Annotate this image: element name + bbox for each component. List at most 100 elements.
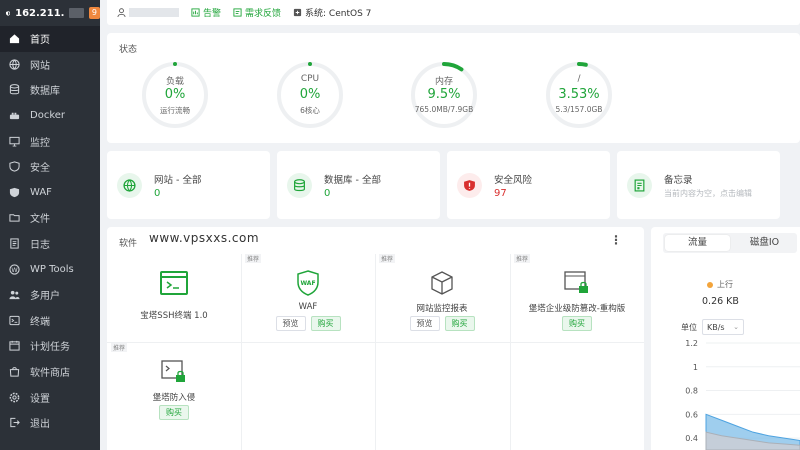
upload-label: 上行 xyxy=(717,280,733,289)
software-name: WAF xyxy=(298,302,318,312)
server-ip: 162.211. xyxy=(15,7,65,19)
users-icon xyxy=(9,289,20,300)
status-title: 状态 xyxy=(119,45,138,55)
tab-traffic[interactable]: 流量 xyxy=(665,235,730,251)
logout-icon xyxy=(9,417,20,428)
unit-row: 单位 KB/s ⌄ xyxy=(681,319,744,335)
software-item[interactable]: 推荐 堡塔防入侵 购买 xyxy=(107,343,241,431)
sidebar-item-label: 文件 xyxy=(30,214,50,226)
traffic-tabs: 流量 磁盘IO xyxy=(663,233,797,253)
buy-button[interactable]: 购买 xyxy=(310,316,341,331)
stat-card[interactable]: 网站 - 全部 0 xyxy=(107,151,270,219)
calendar-icon xyxy=(9,340,20,352)
system-info: 系统: CentOS 7 xyxy=(293,6,371,19)
gauge-sub: 5.3/157.0GB xyxy=(555,105,603,114)
gear-icon xyxy=(9,392,20,403)
watermark: www.vpsxxs.com xyxy=(149,231,260,245)
sidebar-item[interactable]: WAF xyxy=(0,180,100,206)
software-card: 软件 www.vpsxxs.com ⋮ 宝塔SSH终端 1.0 推荐 WAF WAF 预… xyxy=(107,227,644,450)
sidebar-item[interactable]: 退出 xyxy=(0,410,100,436)
username-mask xyxy=(129,8,179,17)
sidebar-item-label: 日志 xyxy=(30,240,50,252)
unit-value: KB/s xyxy=(707,322,725,332)
software-actions: 购买 xyxy=(510,316,644,331)
user-icon xyxy=(117,8,126,17)
software-item[interactable]: 宝塔SSH终端 1.0 xyxy=(107,254,241,342)
logo-icon xyxy=(6,10,11,16)
sidebar-item[interactable]: 计划任务 xyxy=(0,333,100,359)
sidebar-item[interactable]: 首页 xyxy=(0,26,100,52)
software-actions: 预览 购买 xyxy=(241,316,375,331)
software-name: 网站监控报表 xyxy=(416,304,468,314)
sidebar-item-label: 多用户 xyxy=(30,291,60,303)
software-item[interactable]: 推荐 堡塔企业级防篡改-重构版 购买 xyxy=(510,254,644,342)
more-menu-icon[interactable]: ⋮ xyxy=(610,233,622,247)
sidebar-item-label: WP Tools xyxy=(30,263,74,275)
sidebar-item-label: 首页 xyxy=(30,35,50,47)
gauge-sub: 765.0MB/7.9GB xyxy=(414,105,474,114)
status-gauge[interactable]: / 3.53% 5.3/157.0GB xyxy=(544,60,614,130)
gauge-value: 3.53% xyxy=(558,87,600,102)
software-actions: 预览 购买 xyxy=(375,316,509,331)
buy-button[interactable]: 购买 xyxy=(562,316,592,331)
traffic-card: 流量 磁盘IO 上行 0.26 KB 单位 KB/s ⌄ 1.2 1 0.8 0.6 0… xyxy=(651,227,800,450)
upload-value: 0.26 KB xyxy=(702,296,739,307)
sidebar-item-label: WAF xyxy=(30,186,52,198)
stat-card[interactable]: 备忘录 当前内容为空，点击编辑 xyxy=(617,151,780,219)
preview-button[interactable]: 预览 xyxy=(275,316,306,331)
folder-icon xyxy=(9,212,20,223)
software-item[interactable]: 推荐 WAF WAF 预览 购买 xyxy=(241,254,375,342)
buy-button[interactable]: 购买 xyxy=(159,405,189,420)
stat-card[interactable]: 安全风险 97 xyxy=(447,151,610,219)
sidebar-item[interactable]: 数据库 xyxy=(0,77,100,103)
tab-disk-io[interactable]: 磁盘IO xyxy=(732,233,797,253)
sidebar-item[interactable]: W WP Tools xyxy=(0,256,100,282)
chevron-down-icon: ⌄ xyxy=(733,323,739,331)
preview-button[interactable]: 预览 xyxy=(409,316,440,331)
sidebar-item[interactable]: 监控 xyxy=(0,128,100,154)
sidebar-item[interactable]: Docker xyxy=(0,103,100,129)
recommend-tag: 推荐 xyxy=(379,254,396,263)
sidebar-item[interactable]: 安全 xyxy=(0,154,100,180)
software-name: 宝塔SSH终端 1.0 xyxy=(140,311,208,321)
status-gauge[interactable]: 内存 9.5% 765.0MB/7.9GB xyxy=(409,60,479,130)
upload-legend[interactable]: 上行 xyxy=(707,279,733,290)
monitor-icon xyxy=(9,136,20,147)
sidebar-item[interactable]: 文件 xyxy=(0,205,100,231)
status-gauge[interactable]: CPU 0% 6核心 xyxy=(275,60,345,130)
system-icon xyxy=(293,8,302,17)
sidebar-item-label: 安全 xyxy=(30,163,50,175)
notification-badge[interactable]: 9 xyxy=(88,7,100,19)
y-tick-label: 0.4 xyxy=(685,434,698,443)
stat-title: 网站 - 全部 xyxy=(154,175,202,186)
sidebar-item[interactable]: 终端 xyxy=(0,308,100,334)
sidebar-item[interactable]: 设置 xyxy=(0,384,100,410)
unit-select[interactable]: KB/s ⌄ xyxy=(702,319,744,335)
status-gauge[interactable]: 负载 0% 运行流畅 xyxy=(140,60,210,130)
gauge-label: 负载 xyxy=(165,77,184,87)
y-tick-label: 1 xyxy=(693,363,698,372)
software-item[interactable]: 推荐网站监控报表预览 购买 xyxy=(375,254,509,342)
globe-icon xyxy=(117,173,142,198)
user-info[interactable] xyxy=(117,8,179,17)
alerts-link[interactable]: 告警 xyxy=(191,6,221,19)
sidebar-item[interactable]: 软件商店 xyxy=(0,359,100,385)
lock-window-icon xyxy=(562,268,592,298)
lock-terminal-icon xyxy=(159,357,189,387)
sidebar-item-label: Docker xyxy=(30,110,66,122)
shield-icon xyxy=(9,161,20,172)
docker-icon xyxy=(9,110,20,121)
recommend-tag: 推荐 xyxy=(111,343,128,352)
sidebar-item[interactable]: 网站 xyxy=(0,52,100,78)
cube-icon xyxy=(427,268,457,298)
sidebar-item[interactable]: 多用户 xyxy=(0,282,100,308)
stat-value: 0 xyxy=(324,188,331,199)
stat-title: 备忘录 xyxy=(664,175,693,186)
sidebar-item[interactable]: 日志 xyxy=(0,231,100,257)
memo-icon xyxy=(627,173,652,198)
svg-text:W: W xyxy=(11,265,18,273)
buy-button[interactable]: 购买 xyxy=(444,316,475,331)
software-actions: 购买 xyxy=(107,405,241,420)
feedback-link[interactable]: 需求反馈 xyxy=(233,6,281,19)
stat-card[interactable]: 数据库 - 全部 0 xyxy=(277,151,440,219)
